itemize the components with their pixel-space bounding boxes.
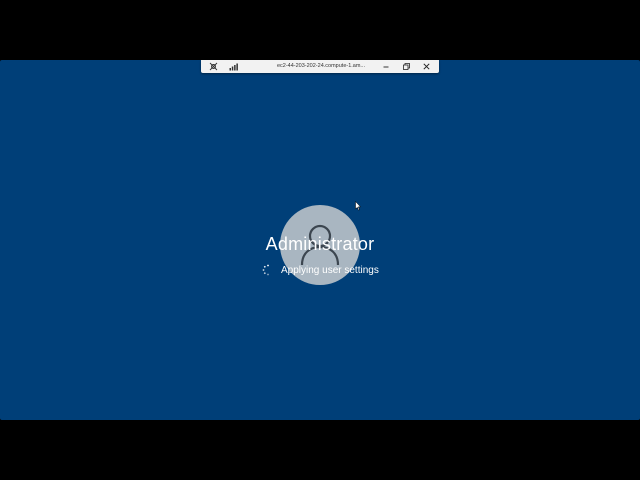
close-button[interactable] <box>417 60 435 73</box>
restore-icon <box>402 63 410 70</box>
close-icon <box>422 63 430 70</box>
loading-spinner-icon <box>262 264 269 276</box>
mouse-pointer-icon <box>355 201 361 211</box>
connection-signal-icon[interactable] <box>229 62 238 71</box>
restore-button[interactable] <box>397 60 415 73</box>
remote-session-bar: ec2-44-203-202-24.compute-1.am... <box>201 60 439 73</box>
minimize-icon <box>383 66 389 67</box>
login-status: Applying user settings <box>200 262 440 280</box>
minimize-button[interactable] <box>377 60 395 73</box>
pin-icon[interactable] <box>209 62 218 71</box>
connection-title: ec2-44-203-202-24.compute-1.am... <box>276 63 366 69</box>
status-text: Applying user settings <box>281 265 379 276</box>
username-label: Administrator <box>265 234 375 254</box>
